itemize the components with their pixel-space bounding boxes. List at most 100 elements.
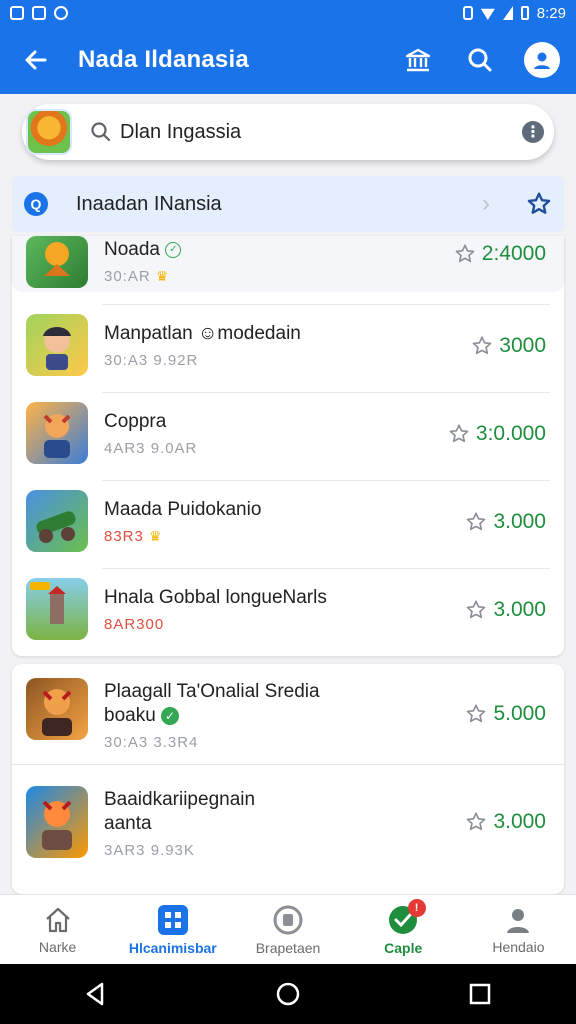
app-meta: 8AR300 [104, 616, 165, 633]
nav-item-apps[interactable]: Hlcanimisbar [115, 895, 230, 964]
back-triangle-icon[interactable] [82, 980, 110, 1008]
price-tag: 3:0.000 [448, 422, 546, 446]
star-outline-icon[interactable] [465, 511, 487, 533]
home-circle-icon[interactable] [274, 980, 302, 1008]
search-bar[interactable]: Dlan Ingassia ⋮ [22, 104, 554, 160]
divider [102, 568, 550, 569]
list-item[interactable]: Hnala Gobbal longueNarls 8AR300 3.000 [12, 578, 564, 648]
price-value: 3.000 [493, 598, 546, 621]
app-name: Baaidkariipegnain aanta [104, 789, 256, 834]
grid-icon [157, 904, 188, 935]
app-icon [26, 402, 88, 464]
verified-icon: ✓ [165, 241, 182, 258]
banner-label: Inaadan INansia [76, 192, 222, 215]
divider [102, 304, 550, 305]
star-outline-icon[interactable] [471, 335, 493, 357]
price-tag: 3.000 [465, 810, 546, 834]
vibrate-icon [462, 6, 473, 20]
nav-label: Brapetaen [255, 939, 321, 956]
app-meta: 3AR3 9.93K [104, 842, 195, 859]
back-arrow-icon[interactable] [16, 40, 56, 80]
app-meta: 30:A3 9.92R [104, 352, 199, 369]
nav-item-profile[interactable]: Hendaio [461, 895, 576, 964]
crown-icon: ♛ [155, 268, 170, 284]
app-icon [26, 786, 88, 858]
home-icon [45, 907, 70, 932]
divider [102, 392, 550, 393]
nav-label: Hendaio [492, 938, 545, 955]
nav-label: Caple [384, 939, 423, 956]
search-icon[interactable] [462, 42, 498, 78]
app-icon [26, 314, 88, 376]
app-icon [26, 490, 88, 552]
star-icon[interactable] [526, 191, 552, 217]
app-name: Maada Puidokanio [104, 499, 262, 520]
divider [12, 764, 564, 765]
status-bar: 8:29 [0, 0, 576, 26]
app-name: Manpatlan ☺modedain [104, 323, 301, 344]
price-tag: 5.000 [465, 702, 546, 726]
list-item[interactable]: Baaidkariipegnain aanta 3AR3 9.93K 3.000 [12, 786, 564, 862]
notification-badge: ! [407, 899, 426, 917]
price-tag: 3.000 [465, 598, 546, 622]
recents-square-icon[interactable] [466, 980, 494, 1008]
list-item[interactable]: Manpatlan ☺modedain 30:A3 9.92R 3000 [12, 314, 564, 384]
star-outline-icon[interactable] [465, 599, 487, 621]
mail-notification-icon [32, 6, 46, 20]
price-tag: 2:4000 [454, 242, 546, 266]
check-badge-icon: ✓ [161, 706, 180, 725]
price-value: 3000 [499, 334, 546, 357]
category-banner[interactable]: Q Inaadan INansia › [12, 176, 564, 232]
search-input[interactable]: Dlan Ingassia [120, 121, 241, 144]
bank-icon[interactable] [400, 42, 436, 78]
app-name: Noada ✓ [104, 238, 182, 262]
app-icon [26, 236, 88, 288]
price-value: 3:0.000 [475, 422, 546, 445]
star-outline-icon[interactable] [448, 423, 470, 445]
price-tag: 3000 [471, 334, 546, 358]
nav-label: Hlcanimisbar [128, 939, 217, 956]
nav-item-updates[interactable]: ! Caple [346, 895, 461, 964]
star-outline-icon[interactable] [465, 811, 487, 833]
gauge-icon [273, 905, 303, 934]
app-icon [26, 578, 88, 640]
app-name: Plaagall Ta'Onalial Sredia boaku ✓ [104, 681, 320, 726]
crown-icon: ♛ [149, 528, 163, 544]
nav-item-history[interactable]: Brapetaen [230, 895, 345, 964]
list-item[interactable]: Noada ✓ 30:AR ♛ 2:4000 [12, 236, 564, 292]
page-title: Nada Ildanasia [78, 46, 249, 73]
notification-icon [10, 6, 24, 20]
app-bar: Nada Ildanasia [0, 26, 576, 94]
search-app-thumbnail [26, 109, 72, 155]
app-meta: 30:A3 3.3R4 [104, 734, 199, 751]
search-icon [91, 122, 111, 142]
app-list: Noada ✓ 30:AR ♛ 2:4000 Manpatlan ☺modeda… [12, 236, 564, 656]
divider [102, 480, 550, 481]
price-value: 3.000 [493, 810, 546, 833]
price-value: 3.000 [493, 510, 546, 533]
clock: 8:29 [536, 4, 566, 22]
signal-icon [502, 6, 513, 20]
list-item[interactable]: Plaagall Ta'Onalial Sredia boaku ✓ 30:A3… [12, 678, 564, 754]
app-icon [26, 678, 88, 740]
price-value: 2:4000 [481, 242, 546, 265]
price-value: 5.000 [493, 702, 546, 725]
bottom-navigation: Narke Hlcanimisbar Brapetaen ! Caple Hen… [0, 894, 576, 964]
app-name: Coppra [104, 411, 167, 432]
price-tag: 3.000 [465, 510, 546, 534]
app-meta: 30:AR ♛ [104, 268, 170, 285]
system-navigation-bar [0, 964, 576, 1024]
nav-item-home[interactable]: Narke [0, 895, 115, 964]
more-options-icon[interactable]: ⋮ [522, 121, 544, 143]
battery-icon [520, 6, 529, 20]
star-outline-icon[interactable] [465, 703, 487, 725]
list-item[interactable]: Maada Puidokanio 83R3 ♛ 3.000 [12, 490, 564, 560]
app-list-secondary: Plaagall Ta'Onalial Sredia boaku ✓ 30:A3… [12, 664, 564, 894]
nav-label: Narke [38, 938, 77, 955]
brand-icon: Q [24, 192, 48, 216]
list-item[interactable]: Coppra 4AR3 9.0AR 3:0.000 [12, 402, 564, 472]
chevron-right-icon: › [482, 190, 490, 217]
account-avatar-icon[interactable] [524, 42, 560, 78]
app-meta: 83R3 ♛ [104, 528, 163, 545]
star-outline-icon[interactable] [454, 243, 476, 265]
